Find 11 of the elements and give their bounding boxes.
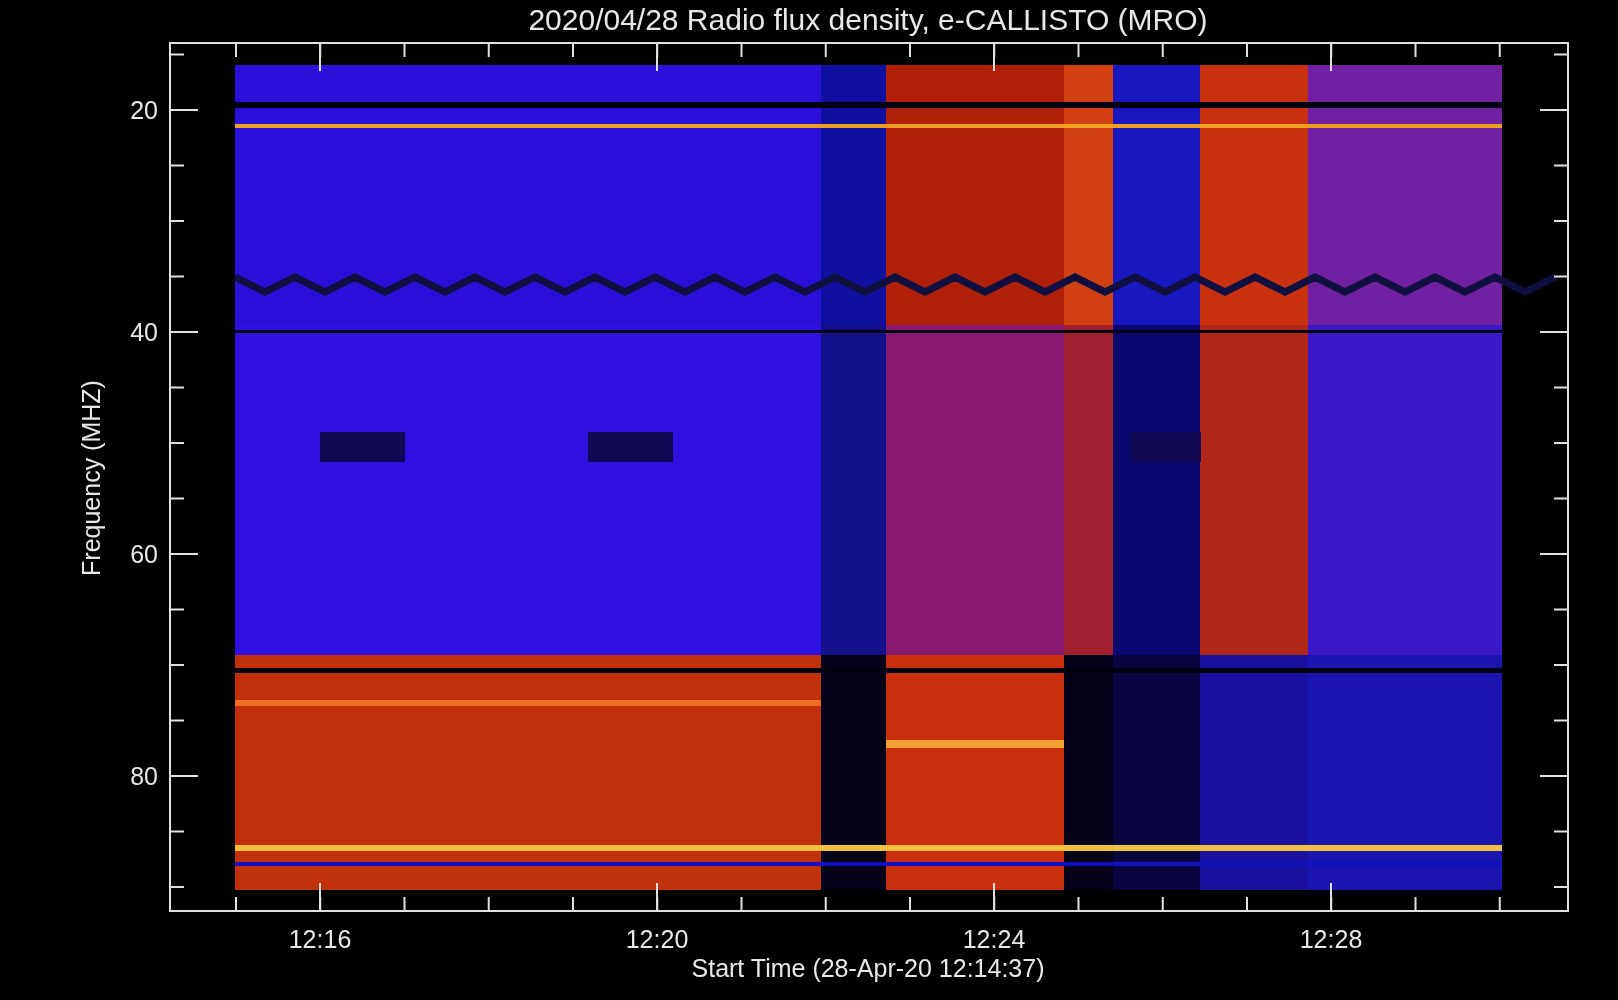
axis-tick-label: 12:24 (962, 925, 1026, 953)
axis-tick-label: 12:28 (1299, 925, 1363, 953)
axis-tick-label: 12:16 (288, 925, 352, 953)
axis-label: Start Time (28-Apr-20 12:14:37) (691, 954, 1045, 982)
axis-tick-label: 60 (130, 540, 158, 568)
axis-tick-label: 12:20 (625, 925, 689, 953)
axis-tick-label: 40 (130, 318, 158, 346)
axis-label: Frequency (MHZ) (77, 380, 105, 576)
axis-tick-label: 20 (130, 96, 158, 124)
axis-tick-label: 80 (130, 762, 158, 790)
chart-title: 2020/04/28 Radio flux density, e-CALLISTO (MRO) (528, 3, 1208, 36)
